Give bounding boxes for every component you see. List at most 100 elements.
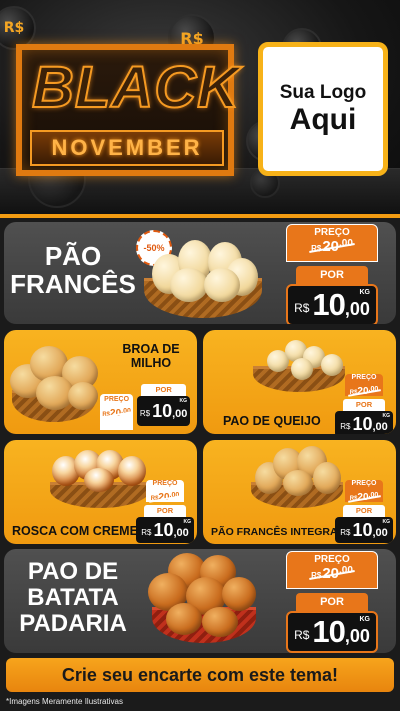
logo-text-line2: Aqui	[289, 103, 357, 137]
black-november-logo: BLACK NOVEMBER	[16, 44, 240, 176]
unit-label: KG	[179, 398, 188, 404]
preco-label: PREÇO	[104, 396, 130, 403]
old-price-box: PREÇO R$20,00	[286, 224, 378, 262]
new-price-main: 10	[312, 287, 345, 322]
por-label: POR	[144, 505, 186, 517]
product-card-broa-de-milho: BROA DE MILHO PREÇO R$20,00 POR R$ 10 ,0…	[4, 330, 197, 434]
new-price-cents: ,00	[344, 625, 370, 646]
black-november-title: BLACK	[31, 54, 240, 121]
new-price-cents: ,00	[172, 407, 188, 420]
price-tag: PREÇO R$20,00 POR R$ 10 ,00 KG	[335, 374, 393, 434]
new-price-main: 10	[152, 400, 173, 421]
currency-label: R$	[311, 571, 322, 580]
unit-label: KG	[183, 519, 192, 525]
product-title-line: PÃO	[44, 241, 102, 271]
por-label: POR	[296, 593, 368, 611]
unit-label: KG	[382, 413, 391, 419]
old-price-main: 20	[322, 565, 339, 582]
currency-label: R$	[340, 527, 351, 537]
preco-label: PREÇO	[351, 374, 377, 381]
old-price: R$20,00	[311, 238, 353, 255]
old-price-main: 20	[357, 386, 369, 397]
product-title-line: PADARIA	[19, 609, 127, 637]
old-price-box: PREÇO R$20,00	[286, 551, 378, 589]
new-price: R$ 10 ,00 KG	[137, 396, 190, 426]
bread-basket-image	[6, 338, 104, 428]
por-label: POR	[343, 399, 385, 411]
product-title-line: MILHO	[130, 356, 172, 371]
preco-label: PREÇO	[314, 227, 350, 238]
old-price-main: 20	[158, 492, 170, 503]
black-november-subtitle: NOVEMBER	[30, 130, 224, 166]
product-title-line: BROA DE	[122, 342, 180, 356]
preco-label: PREÇO	[351, 480, 377, 487]
old-price-cents: ,00	[368, 386, 379, 393]
product-card-rosca-com-creme: ROSCA COM CREME PREÇO R$20,00 POR R$ 10 …	[4, 440, 197, 544]
header-divider	[0, 214, 400, 218]
old-price-main: 20	[110, 408, 122, 419]
old-price: R$20,00	[102, 408, 131, 419]
old-price: R$20,00	[311, 565, 353, 582]
old-price-box: PREÇO R$20,00	[345, 480, 383, 503]
product-title: PAO DE BATATA PADARIA	[8, 559, 138, 637]
currency-label: R$	[294, 301, 310, 315]
new-price: R$ 10 ,00 KG	[136, 517, 194, 543]
new-price: R$ 10 ,00 KG	[286, 611, 378, 653]
price-tag: PREÇO R$20,00 POR R$ 10 ,00 KG	[286, 551, 378, 653]
currency-label: R$	[141, 527, 152, 537]
old-price: R$20,00	[350, 386, 379, 397]
disclaimer-text: *Imagens Meramente Ilustrativas	[6, 697, 123, 706]
new-price-main: 10	[312, 614, 345, 649]
product-title: BROA DE MILHO	[116, 342, 186, 371]
currency-label: R$	[139, 408, 151, 418]
product-card-pao-de-queijo: PAO DE QUEIJO PREÇO R$20,00 POR R$ 10 ,0…	[203, 330, 396, 434]
old-price-box: PREÇO R$20,00	[146, 480, 184, 503]
price-tag: PREÇO R$20,00 POR R$ 10 ,00 KG	[286, 224, 378, 324]
new-price: R$ 10 ,00 KG	[335, 411, 393, 434]
product-title: ROSCA COM CREME	[12, 524, 138, 538]
product-title-line: FRANCÊS	[10, 269, 136, 300]
new-price-cents: ,00	[344, 298, 370, 319]
currency-label: R$	[102, 412, 111, 418]
por-label: POR	[141, 384, 186, 396]
new-price-cents: ,00	[372, 420, 388, 433]
preco-label: PREÇO	[314, 554, 350, 565]
currency-label: R$	[340, 421, 351, 431]
unit-label: KG	[359, 616, 371, 623]
old-price-main: 20	[322, 238, 339, 255]
currency-label: R$	[294, 628, 310, 642]
product-title: PÃO FRANCÊS INTEGRAL	[211, 526, 345, 538]
bread-basket-image	[138, 228, 268, 324]
product-title: PÃO FRANCÊS	[8, 242, 138, 298]
new-price-main: 10	[352, 413, 373, 434]
new-price-main: 10	[352, 519, 373, 540]
price-tag: PREÇO R$20,00 POR R$ 10 ,00 KG	[136, 480, 194, 543]
old-price-box: PREÇO R$20,00	[100, 394, 134, 430]
price-tag: PREÇO R$20,00 POR R$ 10 ,00 KG	[100, 384, 190, 430]
product-card-pao-de-batata: PAO DE BATATA PADARIA PREÇO R$20,00 POR …	[4, 549, 396, 653]
old-price: R$20,00	[151, 492, 180, 503]
logo-placeholder: Sua Logo Aqui	[258, 42, 388, 176]
old-price-cents: ,00	[368, 492, 379, 499]
new-price: R$ 10 ,00 KG	[335, 517, 393, 543]
product-title-line: BATATA	[27, 583, 119, 611]
bread-basket-image	[142, 551, 264, 651]
currency-label: R$	[311, 244, 322, 253]
old-price-box: PREÇO R$20,00	[345, 374, 383, 397]
product-card-pao-frances-integral: PÃO FRANCÊS INTEGRAL PREÇO R$20,00 POR R…	[203, 440, 396, 544]
preco-label: PREÇO	[152, 480, 178, 487]
old-price: R$20,00	[350, 492, 379, 503]
por-label: POR	[296, 266, 368, 284]
price-tag: PREÇO R$20,00 POR R$ 10 ,00 KG	[335, 480, 393, 543]
product-title: PAO DE QUEIJO	[223, 414, 321, 428]
old-price-cents: ,00	[339, 565, 353, 576]
create-flyer-cta[interactable]: Crie seu encarte com este tema!	[6, 658, 394, 692]
product-card-pao-frances: PÃO FRANCÊS -50% PREÇO R$20,00 POR R$ 10…	[4, 222, 396, 324]
product-title-line: PAO DE	[27, 558, 119, 585]
old-price-main: 20	[357, 492, 369, 503]
header-banner: R$ R$ R$ R$ BLACK NOVEMBER Sua Logo Aqui	[0, 0, 400, 214]
bread-basket-image	[247, 442, 347, 512]
old-price-cents: ,00	[169, 492, 180, 499]
old-price-cents: ,00	[121, 408, 131, 415]
por-label: POR	[343, 505, 385, 517]
